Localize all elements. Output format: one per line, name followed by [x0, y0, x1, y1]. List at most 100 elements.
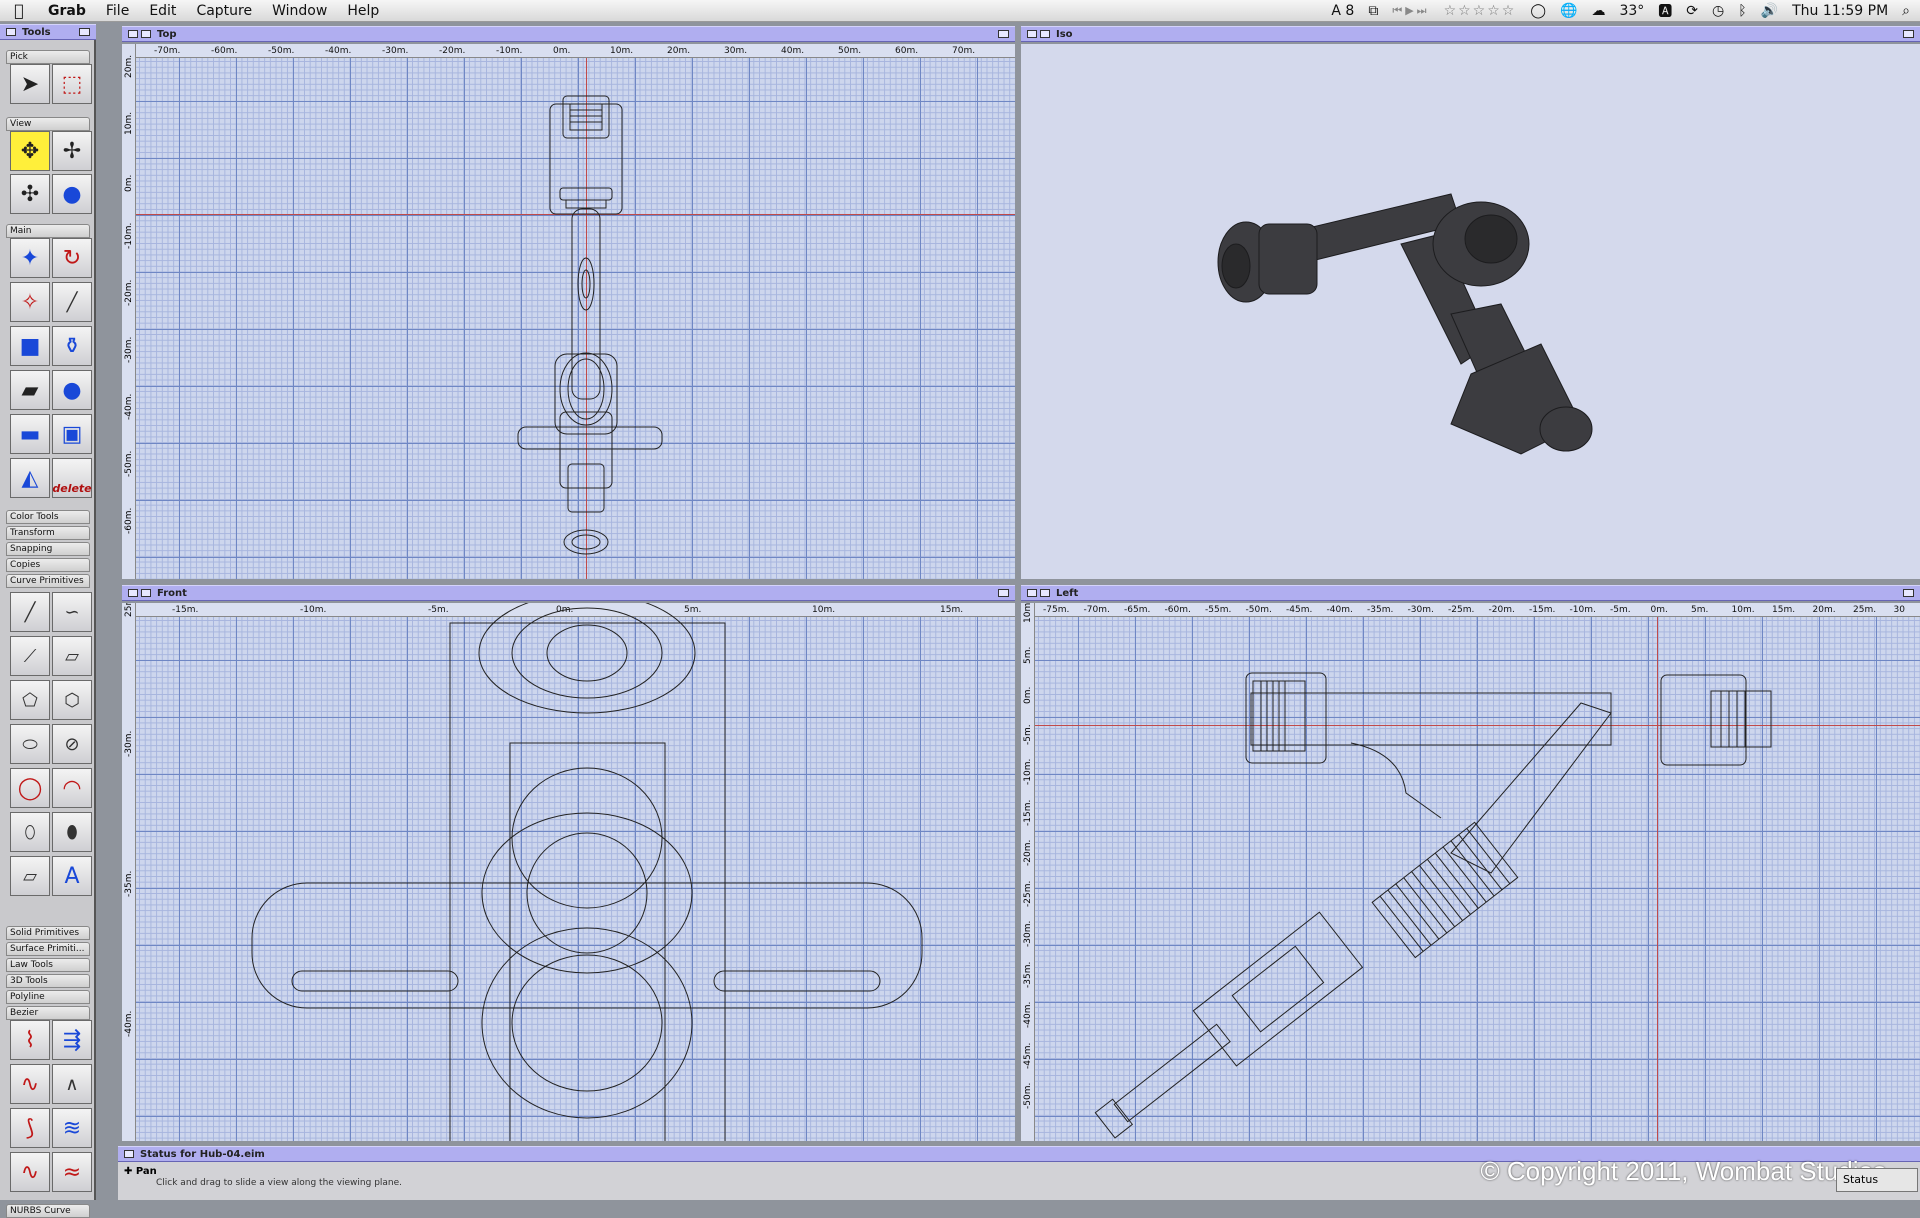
iso-viewport[interactable] [1021, 44, 1920, 579]
arrow-pick-tool-icon[interactable]: ➤ [10, 64, 50, 104]
scale-tool-icon[interactable]: ✧ [10, 282, 50, 322]
section-pick[interactable]: Pick [6, 50, 90, 64]
bezier-tool-3-icon[interactable]: ∿ [10, 1064, 50, 1104]
text-icon[interactable]: 🅰 [1658, 1, 1672, 21]
section-curve-primitives[interactable]: Curve Primitives [6, 574, 90, 588]
clock[interactable]: Thu 11:59 PM [1792, 3, 1888, 19]
bezier-tool-8-icon[interactable]: ≈ [52, 1152, 92, 1192]
cube-tool-icon[interactable]: ■ [10, 326, 50, 366]
menu-help[interactable]: Help [337, 3, 389, 19]
rotate-view-tool-icon[interactable]: ✣ [10, 174, 50, 214]
menu-edit[interactable]: Edit [139, 3, 186, 19]
tools-titlebar[interactable]: Tools [0, 24, 96, 40]
menu-capture[interactable]: Capture [186, 3, 262, 19]
front-view-titlebar[interactable]: Front [122, 585, 1015, 601]
status-dropdown[interactable]: Status [1836, 1168, 1918, 1192]
apple-menu-icon[interactable]:  [0, 1, 38, 20]
circle-curve-icon[interactable]: ◯ [10, 768, 50, 808]
collapse-box-icon[interactable] [141, 589, 151, 597]
close-box-icon[interactable] [124, 1150, 134, 1158]
oval-curve-icon[interactable]: ⬯ [10, 812, 50, 852]
collapse-box-icon[interactable] [141, 30, 151, 38]
time-machine-icon[interactable]: ◷ [1712, 3, 1724, 19]
weather-icon[interactable]: ☁ [1591, 3, 1605, 19]
section-color-tools[interactable]: Color Tools [6, 510, 90, 524]
section-law-tools[interactable]: Law Tools [6, 958, 90, 972]
close-box-icon[interactable] [1027, 30, 1037, 38]
zoom-box-icon[interactable] [79, 28, 90, 36]
zoom-box-icon[interactable] [1903, 589, 1914, 597]
section-copies[interactable]: Copies [6, 558, 90, 572]
bezier-tool-4-icon[interactable]: ∧ [52, 1064, 92, 1104]
section-snapping[interactable]: Snapping [6, 542, 90, 556]
plane-curve-icon[interactable]: ▱ [10, 856, 50, 896]
spaces-icon[interactable]: ⧉ [1368, 3, 1378, 19]
adobe-icon[interactable]: A 8 [1331, 3, 1354, 19]
close-box-icon[interactable] [128, 30, 138, 38]
top-viewport[interactable]: -70m. -60m. -50m. -40m. -30m. -20m. -10m. 0m. 10… [122, 44, 1015, 579]
section-view[interactable]: View [6, 117, 90, 131]
globe-icon[interactable]: 🌐 [1560, 3, 1577, 19]
s-curve-icon[interactable]: ∽ [52, 592, 92, 632]
sphere-tool-icon[interactable]: ● [52, 370, 92, 410]
section-bezier[interactable]: Bezier [6, 1006, 90, 1020]
volume-icon[interactable]: 🔊 [1761, 3, 1778, 19]
rating-stars-icon[interactable]: ☆☆☆☆☆ [1444, 3, 1517, 19]
left-view-titlebar[interactable]: Left [1021, 585, 1920, 601]
oval-tilt-curve-icon[interactable]: ⬮ [52, 812, 92, 852]
extrude-tool-icon[interactable]: ▰ [10, 370, 50, 410]
left-viewport[interactable]: -75m. -70m. -65m. -60m. -55m. -50m. -45m. -40m.… [1021, 603, 1920, 1141]
dolly-tool-icon[interactable]: ✢ [52, 131, 92, 171]
section-solid-primitives[interactable]: Solid Primitives [6, 926, 90, 940]
ellipse-curve-icon[interactable]: ⬭ [10, 724, 50, 764]
bezier-tool-5-icon[interactable]: ⟆ [10, 1108, 50, 1148]
wire-cube-tool-icon[interactable]: ▣ [52, 414, 92, 454]
sync-icon[interactable]: ⟳ [1686, 3, 1698, 19]
delete-tool[interactable]: delete [52, 458, 92, 498]
arc-curve-icon[interactable]: ◠ [52, 768, 92, 808]
ellipse-slash-curve-icon[interactable]: ⊘ [52, 724, 92, 764]
spotlight-icon[interactable]: ⌕ [1902, 3, 1910, 19]
close-box-icon[interactable] [128, 589, 138, 597]
section-surface-primitives[interactable]: Surface Primiti... [6, 942, 90, 956]
section-3d-tools[interactable]: 3D Tools [6, 974, 90, 988]
hexagon-curve-icon[interactable]: ⬡ [52, 680, 92, 720]
bezier-tool-6-icon[interactable]: ≋ [52, 1108, 92, 1148]
move-tool-icon[interactable]: ✦ [10, 238, 50, 278]
rotate-tool-icon[interactable]: ↻ [52, 238, 92, 278]
section-nurbs-curve[interactable]: NURBS Curve [6, 1204, 90, 1218]
bezier-tool-1-icon[interactable]: ⌇ [10, 1020, 50, 1060]
plane-tool-icon[interactable]: ◭ [10, 458, 50, 498]
collapse-box-icon[interactable] [1040, 589, 1050, 597]
pick-box-tool-icon[interactable]: ⬚ [52, 64, 92, 104]
circle-icon[interactable]: ◯ [1530, 3, 1546, 19]
pan-tool-icon[interactable]: ✥ [10, 131, 50, 171]
text-curve-icon[interactable]: A [52, 856, 92, 896]
polygon-curve-icon[interactable]: ⬠ [10, 680, 50, 720]
bezier-tool-7-icon[interactable]: ∿ [10, 1152, 50, 1192]
app-menu[interactable]: Grab [38, 3, 96, 19]
iso-view-titlebar[interactable]: Iso [1021, 26, 1920, 42]
section-transform[interactable]: Transform [6, 526, 90, 540]
render-view-tool-icon[interactable]: ● [52, 174, 92, 214]
close-box-icon[interactable] [1027, 589, 1037, 597]
lathe-tool-icon[interactable]: ⚱ [52, 326, 92, 366]
section-polyline[interactable]: Polyline [6, 990, 90, 1004]
bluetooth-icon[interactable]: ᛒ [1738, 3, 1746, 19]
top-view-titlebar[interactable]: Top [122, 26, 1015, 42]
rectangle-curve-icon[interactable]: ▱ [52, 636, 92, 676]
close-box-icon[interactable] [6, 28, 16, 36]
menu-window[interactable]: Window [262, 3, 337, 19]
line-tool-icon[interactable]: ╱ [52, 282, 92, 322]
boolean-tool-icon[interactable]: ▬ [10, 414, 50, 454]
zoom-box-icon[interactable] [998, 30, 1009, 38]
menu-file[interactable]: File [96, 3, 139, 19]
section-main[interactable]: Main [6, 224, 90, 238]
front-viewport[interactable]: -15m. -10m. -5m. 0m. 5m. 10m. 15m. 25m. -30m. -3… [122, 603, 1015, 1141]
zoom-box-icon[interactable] [998, 589, 1009, 597]
bezier-tool-2-icon[interactable]: ⇶ [52, 1020, 92, 1060]
temperature[interactable]: 33° [1619, 3, 1644, 19]
media-controls[interactable]: ⏮▶⏭ [1392, 4, 1429, 18]
polyline-curve-icon[interactable]: ⟋ [10, 636, 50, 676]
zoom-box-icon[interactable] [1903, 30, 1914, 38]
